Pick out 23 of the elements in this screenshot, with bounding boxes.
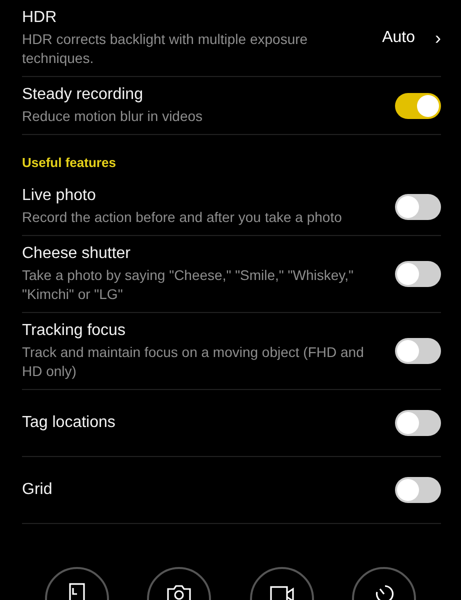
setting-value[interactable]: Auto (382, 29, 415, 47)
section-header: Useful features (22, 155, 117, 170)
setting-description: Track and maintain focus on a moving object (FHD and HD only) (22, 343, 365, 381)
setting-title: Live photo (22, 186, 97, 206)
toggle-switch[interactable] (395, 410, 441, 436)
toggle-switch[interactable] (395, 194, 441, 220)
toggle-switch[interactable] (395, 477, 441, 503)
toggle-switch[interactable] (395, 338, 441, 364)
setting-title: Steady recording (22, 85, 144, 105)
setting-title: Grid (22, 480, 54, 500)
toggle-switch[interactable] (395, 261, 441, 287)
portrait-icon (67, 582, 88, 600)
setting-description: Take a photo by saying "Cheese," "Smile," "Whiskey," "Kimchi" or "LG" (22, 266, 354, 304)
setting-description: Reduce motion blur in videos (22, 107, 204, 126)
setting-title: HDR (22, 8, 58, 28)
setting-title: Tracking focus (22, 321, 126, 341)
chevron: › (435, 28, 441, 48)
setting-title: Tag locations (22, 413, 116, 433)
setting-title: Cheese shutter (22, 244, 132, 264)
camera-icon (166, 582, 192, 600)
setting-description: Record the action before and after you take a photo (22, 208, 343, 227)
setting-description: HDR corrects backlight with multiple exposure techniques. (22, 30, 309, 68)
toggle-switch[interactable] (395, 92, 441, 118)
